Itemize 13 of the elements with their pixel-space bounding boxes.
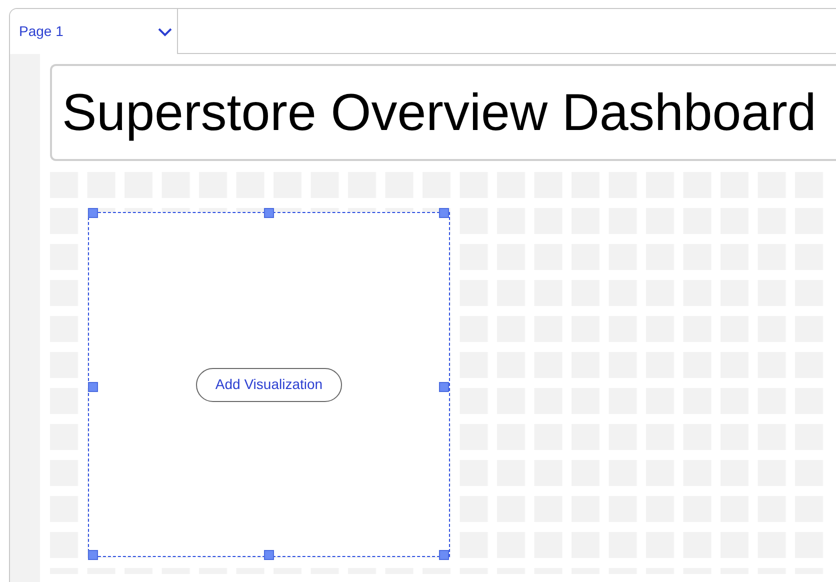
- resize-handle[interactable]: [264, 550, 274, 560]
- resize-handle[interactable]: [439, 382, 449, 392]
- chevron-down-icon[interactable]: [157, 26, 173, 36]
- resize-handle[interactable]: [88, 208, 98, 218]
- add-visualization-button[interactable]: Add Visualization: [196, 368, 342, 402]
- resize-handle[interactable]: [439, 208, 449, 218]
- tab-label: Page 1: [19, 22, 64, 41]
- resize-handle[interactable]: [88, 382, 98, 392]
- resize-handle[interactable]: [439, 550, 449, 560]
- resize-handle[interactable]: [264, 208, 274, 218]
- page-tab[interactable]: Page 1: [10, 9, 178, 54]
- dashboard-title[interactable]: Superstore Overview Dashboard: [50, 64, 836, 161]
- resize-handle[interactable]: [88, 550, 98, 560]
